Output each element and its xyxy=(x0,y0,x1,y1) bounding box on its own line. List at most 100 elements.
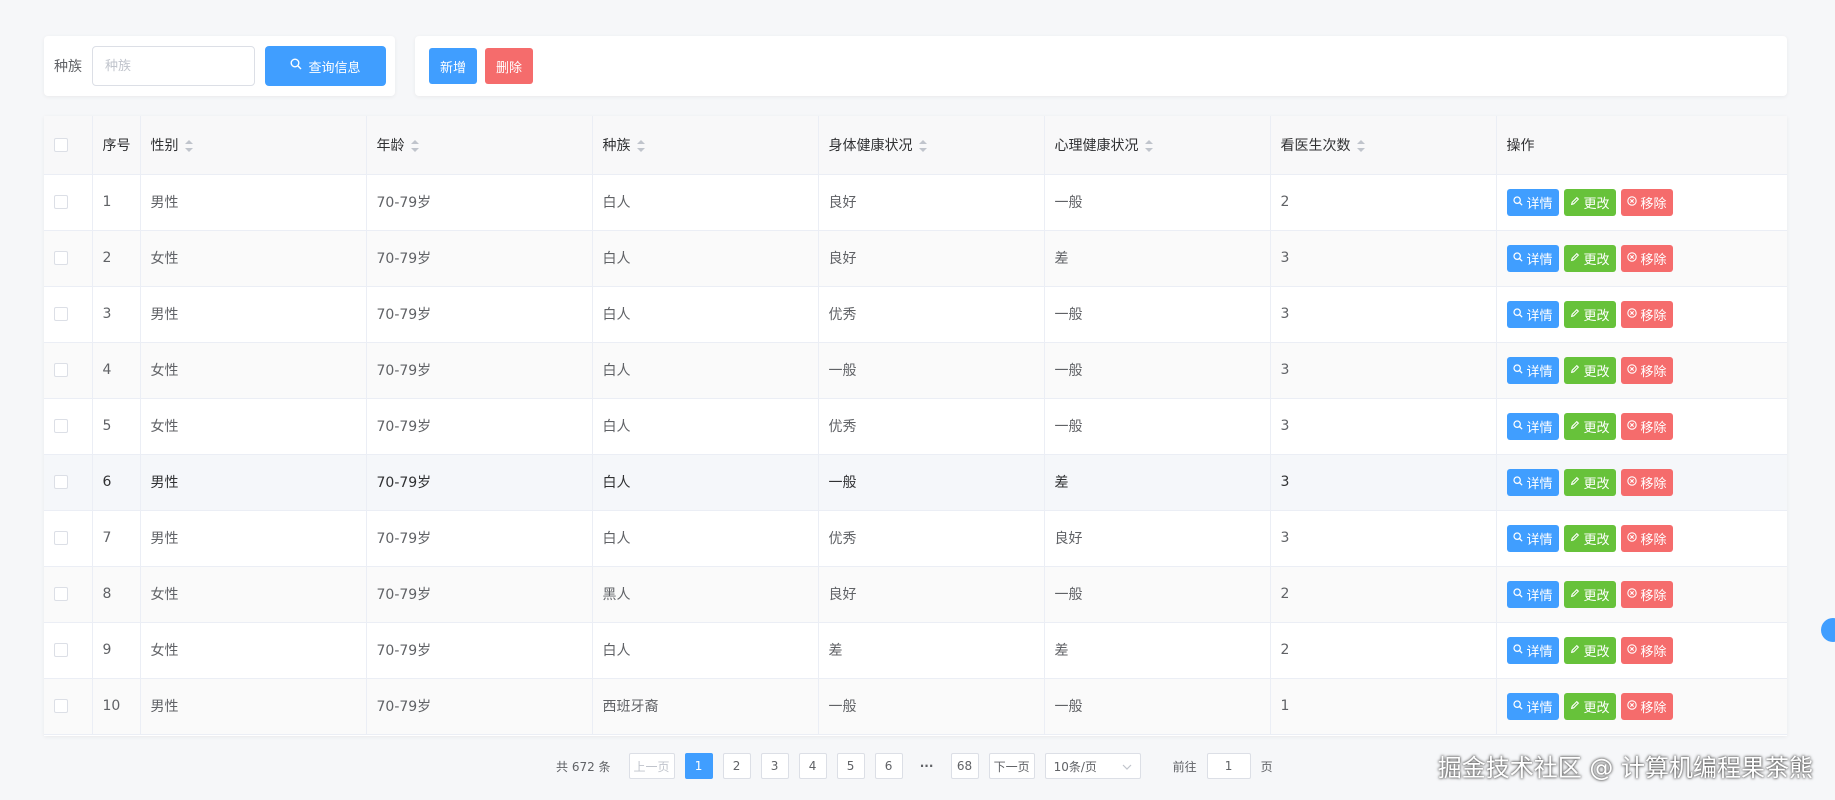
row-checkbox[interactable] xyxy=(54,531,68,545)
row-checkbox[interactable] xyxy=(54,195,68,209)
page-6-button[interactable]: 6 xyxy=(874,753,903,779)
remove-button[interactable]: 移除 xyxy=(1620,524,1673,552)
row-checkbox-cell[interactable] xyxy=(44,230,93,287)
goto-page-input[interactable] xyxy=(1206,753,1251,779)
add-button[interactable]: 新增 xyxy=(429,48,478,84)
page-5-button[interactable]: 5 xyxy=(836,753,865,779)
row-checkbox[interactable] xyxy=(54,251,68,265)
row-checkbox-cell[interactable] xyxy=(44,174,93,231)
page-2-button[interactable]: 2 xyxy=(722,753,751,779)
side-float-button[interactable] xyxy=(1821,618,1835,642)
table-row[interactable]: 5 女性 70-79岁 白人 优秀 一般 3 详情 更改 移除 xyxy=(44,398,1787,455)
sort-icon[interactable] xyxy=(184,139,193,152)
row-checkbox[interactable] xyxy=(54,419,68,433)
detail-button[interactable]: 详情 xyxy=(1506,356,1559,384)
remove-button[interactable]: 移除 xyxy=(1620,580,1673,608)
remove-button[interactable]: 移除 xyxy=(1620,636,1673,664)
page-3-button[interactable]: 3 xyxy=(760,753,789,779)
edit-button[interactable]: 更改 xyxy=(1563,188,1616,216)
remove-button[interactable]: 移除 xyxy=(1620,468,1673,496)
row-checkbox[interactable] xyxy=(54,587,68,601)
table-row[interactable]: 7 男性 70-79岁 白人 优秀 良好 3 详情 更改 移除 xyxy=(44,510,1787,567)
detail-button[interactable]: 详情 xyxy=(1506,636,1559,664)
table-row[interactable]: 9 女性 70-79岁 白人差差 2 详情 更改 移除 xyxy=(44,622,1787,679)
table-row[interactable]: 3 男性 70-79岁 白人 优秀 一般 3 详情 更改 移除 xyxy=(44,286,1787,343)
cell-physical: 优秀 xyxy=(818,286,1045,343)
row-checkbox-cell[interactable] xyxy=(44,678,93,735)
edit-button-label: 更改 xyxy=(1583,196,1610,212)
detail-button[interactable]: 详情 xyxy=(1506,468,1559,496)
edit-button[interactable]: 更改 xyxy=(1563,244,1616,272)
edit-button[interactable]: 更改 xyxy=(1563,300,1616,328)
page-4-button[interactable]: 4 xyxy=(798,753,827,779)
table-row[interactable]: 10 男性 70-79岁 西班牙裔 一般 一般 1 详情 更改 移除 xyxy=(44,678,1787,735)
table-row[interactable]: 2 女性 70-79岁 白人 良好差 3 详情 更改 移除 xyxy=(44,230,1787,287)
table-row[interactable]: 6 男性 70-79岁 白人 一般差 3 详情 更改 移除 xyxy=(44,454,1787,511)
page-1-button[interactable]: 1 xyxy=(684,753,713,779)
edit-icon xyxy=(1570,476,1580,488)
table-row[interactable]: 1 男性 70-79岁 白人 良好 一般 2 详情 更改 移除 xyxy=(44,174,1787,231)
race-search-input[interactable] xyxy=(92,46,255,86)
cell-race: 西班牙裔 xyxy=(592,678,819,735)
prev-page-button[interactable]: 上一页 xyxy=(628,753,675,779)
header-race[interactable]: 种族 xyxy=(592,116,819,175)
remove-button[interactable]: 移除 xyxy=(1620,412,1673,440)
edit-button[interactable]: 更改 xyxy=(1563,524,1616,552)
header-mental[interactable]: 心理健康状况 xyxy=(1044,116,1271,175)
edit-button[interactable]: 更改 xyxy=(1563,412,1616,440)
row-checkbox-cell[interactable] xyxy=(44,566,93,623)
page-last-button[interactable]: 68 xyxy=(950,753,979,779)
table-row[interactable]: 4 女性 70-79岁 白人 一般 一般 3 详情 更改 移除 xyxy=(44,342,1787,399)
remove-button[interactable]: 移除 xyxy=(1620,692,1673,720)
search-icon xyxy=(1512,700,1523,712)
row-checkbox[interactable] xyxy=(54,363,68,377)
edit-button[interactable]: 更改 xyxy=(1563,692,1616,720)
sort-icon[interactable] xyxy=(410,139,419,152)
edit-button[interactable]: 更改 xyxy=(1563,636,1616,664)
detail-button-label: 详情 xyxy=(1526,700,1553,716)
header-gender[interactable]: 性别 xyxy=(140,116,367,175)
remove-button[interactable]: 移除 xyxy=(1620,356,1673,384)
row-checkbox-cell[interactable] xyxy=(44,286,93,343)
detail-button[interactable]: 详情 xyxy=(1506,412,1559,440)
detail-button[interactable]: 详情 xyxy=(1506,580,1559,608)
remove-button[interactable]: 移除 xyxy=(1620,188,1673,216)
row-checkbox-cell[interactable] xyxy=(44,398,93,455)
cell-race: 白人 xyxy=(592,510,819,567)
cell-physical: 一般 xyxy=(818,342,1045,399)
more-pages-button[interactable]: ··· xyxy=(913,753,941,779)
header-visits[interactable]: 看医生次数 xyxy=(1270,116,1497,175)
row-checkbox[interactable] xyxy=(54,307,68,321)
detail-button[interactable]: 详情 xyxy=(1506,244,1559,272)
select-all-checkbox[interactable] xyxy=(54,137,68,152)
next-page-button[interactable]: 下一页 xyxy=(988,753,1035,779)
detail-button[interactable]: 详情 xyxy=(1506,300,1559,328)
sort-icon[interactable] xyxy=(1144,139,1153,152)
detail-button[interactable]: 详情 xyxy=(1506,524,1559,552)
select-all-checkbox-cell[interactable] xyxy=(44,116,93,175)
edit-button[interactable]: 更改 xyxy=(1563,356,1616,384)
remove-button[interactable]: 移除 xyxy=(1620,300,1673,328)
table-row[interactable]: 8 女性 70-79岁 黑人 良好 一般 2 详情 更改 移除 xyxy=(44,566,1787,623)
edit-button[interactable]: 更改 xyxy=(1563,580,1616,608)
row-checkbox[interactable] xyxy=(54,643,68,657)
detail-button[interactable]: 详情 xyxy=(1506,188,1559,216)
row-checkbox-cell[interactable] xyxy=(44,510,93,567)
remove-button[interactable]: 移除 xyxy=(1620,244,1673,272)
query-button[interactable]: 查询信息 xyxy=(265,46,386,86)
row-checkbox-cell[interactable] xyxy=(44,622,93,679)
row-checkbox-cell[interactable] xyxy=(44,454,93,511)
header-age[interactable]: 年龄 xyxy=(366,116,593,175)
cell-ops: 详情 更改 移除 xyxy=(1496,678,1787,735)
sort-icon[interactable] xyxy=(636,139,645,152)
detail-button[interactable]: 详情 xyxy=(1506,692,1559,720)
delete-button[interactable]: 删除 xyxy=(485,48,534,84)
edit-button[interactable]: 更改 xyxy=(1563,468,1616,496)
header-physical[interactable]: 身体健康状况 xyxy=(818,116,1045,175)
row-checkbox-cell[interactable] xyxy=(44,342,93,399)
row-checkbox[interactable] xyxy=(54,475,68,489)
row-checkbox[interactable] xyxy=(54,699,68,713)
page-size-select[interactable]: 10条/页 xyxy=(1044,753,1141,779)
sort-icon[interactable] xyxy=(918,139,927,152)
sort-icon[interactable] xyxy=(1356,139,1365,152)
